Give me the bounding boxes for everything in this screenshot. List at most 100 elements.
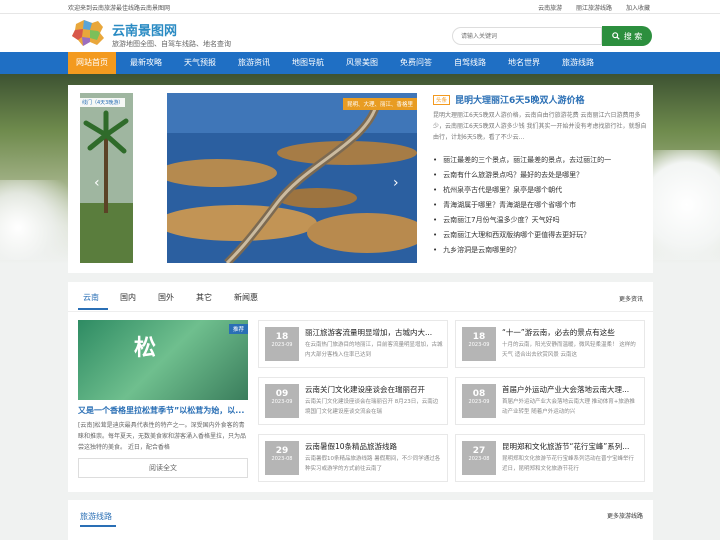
nav-item-travel-routes[interactable]: 旅游线路 [552,52,604,74]
tab-domestic[interactable]: 国内 [120,292,136,303]
nav-item-travel-news[interactable]: 旅游资讯 [228,52,280,74]
slide-tag: 昆明、大理、丽江、香格里 [342,98,417,110]
news-card-date: 27 2023-08 [462,441,496,475]
news-card[interactable]: 08 2023-09 首届户外运动产业大会落地云南大理... 首届户外运动产业大… [455,377,645,425]
news-card-date: 18 2023-09 [462,327,496,361]
nav-item-map-navigation[interactable]: 地图导航 [282,52,334,74]
news-card[interactable]: 09 2023-09 云南关门文化建设座谈会在瑞丽召开 云南关门文化建设座谈会在… [258,377,448,425]
active-tab-underline [78,308,108,310]
news-card-date: 29 2023-08 [265,441,299,475]
tab-news[interactable]: 新闻惠 [234,292,258,303]
search-button-label: 搜 索 [623,31,643,41]
main-slide-image[interactable]: 昆明、大理、丽江、香格里 [167,93,417,263]
news-card-title[interactable]: 云南关门文化建设座谈会在瑞丽召开 [305,384,443,395]
news-item[interactable]: 九乡溶洞是云南哪里的？ [433,243,648,258]
date-day: 09 [275,389,289,399]
date-day: 08 [472,389,486,399]
tab-foreign[interactable]: 国外 [158,292,174,303]
focus-panel: 线门（4天3晚游） ‹ 昆明、大理、丽江、香格里 › 头条 昆明大理丽江6天5晚… [68,85,653,273]
top-links: 云南旅游 丽江旅游线路 加入收藏 [526,3,650,12]
headline-badge: 头条 [433,95,451,105]
search-input[interactable] [452,27,602,45]
news-card-description: 十月的云南，阳光安静而温暖，微风轻柔温柔！ 这样的天气 适合出去欣赏风景 云南这 [502,342,636,358]
news-card-title[interactable]: 云南暑假10条精品旅游线路 [305,441,443,452]
nav-item-scenery-photos[interactable]: 风景美图 [336,52,388,74]
tab-yunnan[interactable]: 云南 [83,292,99,303]
top-link-yunnan-travel[interactable]: 云南旅游 [538,5,562,12]
date-year-month: 2023-09 [271,399,293,405]
palm-tree-photo [80,93,133,263]
search-icon [611,32,620,40]
nav-item-self-drive[interactable]: 自驾线路 [444,52,496,74]
news-card-date: 18 2023-09 [265,327,299,361]
news-card-description: 首届户外运动产业大会落地云南大理 推动体育+旅游推动产业转型 随着户外运动的兴 [502,399,635,415]
nav-item-place-names[interactable]: 地名世界 [498,52,550,74]
site-slogan: 旅游地图全图、自驾车线路、地名查询 [112,40,231,48]
travel-routes-panel: 旅游线路 更多旅游线路 [68,500,653,540]
news-card-description: 昆明郑和文化旅游节花行宝峰系列活动在晋宁宝峰举行 近日，昆明郑和文化旅游节花行 [502,456,635,472]
feature-image-text: 松 [134,335,157,361]
news-item[interactable]: 青海湖属于哪里？青海湖是在哪个省哪个市 [433,198,648,213]
slide-thumbnail-tag: 线门（4天3晚游） [80,98,126,107]
date-day: 27 [472,446,486,456]
headline-description: 昆明大理丽江6天5晚双人游价格，云南自由行旅游花费 云南丽江六日游费用多少，云南… [433,112,647,141]
date-year-month: 2023-09 [468,399,490,405]
nav-item-free-qa[interactable]: 免费问答 [390,52,442,74]
news-card-title[interactable]: “十一”游云南，必去的景点有这些 [502,327,640,338]
news-card-date: 08 2023-09 [462,384,496,418]
recommend-badge: 推荐 [228,324,248,334]
date-year-month: 2023-09 [271,342,293,348]
feature-title[interactable]: 又是一个香格里拉松茸季节”以松茸为始，以... [78,405,250,416]
travel-routes-underline [80,525,116,527]
nav-item-home[interactable]: 网站首页 [68,52,116,74]
wetland-boardwalk-photo [167,93,417,263]
date-year-month: 2023-08 [271,456,293,462]
nav-item-latest-guides[interactable]: 最新攻略 [120,52,172,74]
news-tabs: 云南 国内 国外 其它 新闻惠 更多资讯 [68,282,653,312]
date-day: 18 [472,332,486,342]
main-nav: 网站首页 最新攻略 天气预报 旅游资讯 地图导航 风景美图 免费问答 自驾线路 … [0,52,720,74]
news-item[interactable]: 云南有什么旅游景点吗？最好的去处是哪里？ [433,168,648,183]
welcome-text: 欢迎来到云南旅游最佳线路云南景图网 [68,5,171,12]
feature-description: [云南]松茸是迪庆最具代表性的特产之一。深受国内外食客的青睐和推崇。每年夏天，无… [78,422,247,451]
date-day: 29 [275,446,289,456]
news-tabs-panel: 云南 国内 国外 其它 新闻惠 更多资讯 松 推荐 又是一个香格里拉松茸季节”以… [68,282,653,492]
top-link-add-favorite[interactable]: 加入收藏 [626,5,650,12]
news-item[interactable]: 杭州泉亭古代是哪里？泉亭是哪个朝代 [433,183,648,198]
top-link-lijiang-routes[interactable]: 丽江旅游线路 [576,5,612,12]
travel-routes-title[interactable]: 旅游线路 [80,511,112,522]
news-card-title[interactable]: 丽江旅游客流量明显增加，古城内大... [305,327,443,338]
news-card-description: 云南暑假10条精品旅游线路 暑假期间，不少同学通过各种实习或游学的方式前往云南了 [305,456,441,472]
top-bar: 欢迎来到云南旅游最佳线路云南景图网 云南旅游 丽江旅游线路 加入收藏 [0,0,720,14]
news-item[interactable]: 云南丽江7月份气温多少度？天气好吗 [433,213,648,228]
slide-prev-arrow-icon[interactable]: ‹ [94,175,100,191]
news-item[interactable]: 云南丽江大理和西双版纳哪个更值得去更好玩？ [433,228,648,243]
feature-image[interactable]: 松 推荐 [78,320,248,400]
site-header: 云南景图网 旅游地图全图、自驾车线路、地名查询 搜 索 [0,14,720,52]
date-year-month: 2023-09 [468,342,490,348]
news-card-description: 云南关门文化建设座谈会在瑞丽召开 8月23日，云南边境国门文化建设座谈交流会在瑞 [305,399,439,415]
slide-thumbnail-previous[interactable]: 线门（4天3晚游） [80,93,133,263]
read-more-button[interactable]: 阅读全文 [78,458,248,478]
headline-title[interactable]: 昆明大理丽江6天5晚双人游价格 [455,93,585,106]
more-news-link[interactable]: 更多资讯 [619,294,643,303]
news-card[interactable]: 18 2023-09 丽江旅游客流量明显增加，古城内大... 在云南热门旅游目的… [258,320,448,368]
tab-other[interactable]: 其它 [196,292,212,303]
news-card-title[interactable]: 昆明郑和文化旅游节“花行宝峰”系列... [502,441,640,452]
date-year-month: 2023-08 [468,456,490,462]
date-day: 18 [275,332,289,342]
news-card-description: 在云南热门旅游目的地丽江，目前客流量明显增加，古城内大部分客栈入住率已达到 [305,342,443,358]
news-item[interactable]: 丽江最差的三个景点，丽江最差的景点，去过丽江的一 [433,153,648,168]
site-title[interactable]: 云南景图网 [112,20,177,39]
news-list: 丽江最差的三个景点，丽江最差的景点，去过丽江的一 云南有什么旅游景点吗？最好的去… [433,153,648,258]
more-routes-link[interactable]: 更多旅游线路 [607,511,643,520]
slide-next-arrow-icon[interactable]: › [393,175,399,191]
news-card-date: 09 2023-09 [265,384,299,418]
yunnan-map-logo-icon[interactable] [70,18,106,48]
nav-item-weather[interactable]: 天气预报 [174,52,226,74]
news-card[interactable]: 27 2023-08 昆明郑和文化旅游节“花行宝峰”系列... 昆明郑和文化旅游… [455,434,645,482]
news-card-title[interactable]: 首届户外运动产业大会落地云南大理... [502,384,640,395]
news-card[interactable]: 18 2023-09 “十一”游云南，必去的景点有这些 十月的云南，阳光安静而温… [455,320,645,368]
news-card[interactable]: 29 2023-08 云南暑假10条精品旅游线路 云南暑假10条精品旅游线路 暑… [258,434,448,482]
search-button[interactable]: 搜 索 [602,26,652,46]
